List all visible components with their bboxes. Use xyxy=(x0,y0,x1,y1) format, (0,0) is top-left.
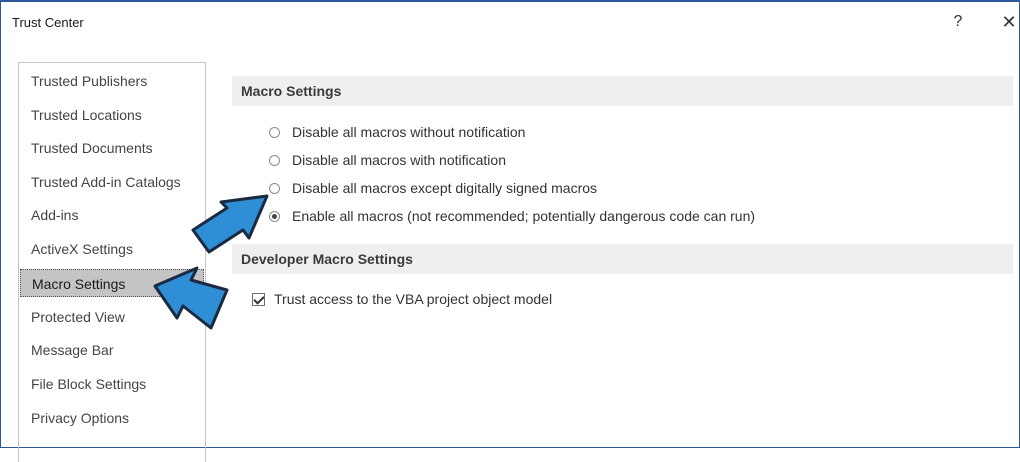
developer-macro-settings-heading: Developer Macro Settings xyxy=(232,244,1013,274)
trust-vba-checkbox[interactable] xyxy=(252,292,265,306)
nav-item-file-block-settings[interactable]: File Block Settings xyxy=(20,370,204,398)
title-bar: Trust Center ? ✕ xyxy=(1,2,1019,38)
option-enable-all-macros[interactable]: Enable all macros (not recommended; pote… xyxy=(269,206,755,226)
nav-item-trusted-documents[interactable]: Trusted Documents xyxy=(20,134,204,162)
radio-button[interactable] xyxy=(269,182,280,194)
option-label: Disable all macros without notification xyxy=(292,124,526,140)
trust-vba-label: Trust access to the VBA project object m… xyxy=(274,291,553,307)
option-label: Disable all macros except digitally sign… xyxy=(292,180,598,196)
radio-button[interactable] xyxy=(269,126,280,138)
option-label: Disable all macros with notification xyxy=(292,152,506,168)
nav-item-message-bar[interactable]: Message Bar xyxy=(20,336,204,364)
settings-panel: Macro Settings Disable all macros withou… xyxy=(232,62,1013,450)
macro-settings-heading: Macro Settings xyxy=(232,76,1013,106)
trust-vba-access-option[interactable]: Trust access to the VBA project object m… xyxy=(252,289,552,309)
help-button[interactable]: ? xyxy=(946,10,970,34)
trust-center-dialog: Trust Center ? ✕ Trusted Publishers Trus… xyxy=(0,0,1020,462)
nav-item-add-ins[interactable]: Add-ins xyxy=(20,201,204,229)
nav-item-trusted-add-in-catalogs[interactable]: Trusted Add-in Catalogs xyxy=(20,168,204,196)
option-label: Enable all macros (not recommended; pote… xyxy=(292,208,756,224)
arrow-pointing-to-enable-option xyxy=(191,194,269,254)
nav-item-trusted-publishers[interactable]: Trusted Publishers xyxy=(20,67,204,95)
nav-item-activex-settings[interactable]: ActiveX Settings xyxy=(20,235,204,263)
option-disable-with-notification[interactable]: Disable all macros with notification xyxy=(269,150,506,170)
dialog-title: Trust Center xyxy=(12,15,84,30)
close-button[interactable]: ✕ xyxy=(997,10,1020,34)
nav-item-trusted-locations[interactable]: Trusted Locations xyxy=(20,101,204,129)
arrow-pointing-to-macro-settings xyxy=(153,266,229,330)
category-nav: Trusted Publishers Trusted Locations Tru… xyxy=(18,62,206,462)
radio-button[interactable] xyxy=(269,154,280,166)
option-disable-without-notification[interactable]: Disable all macros without notification xyxy=(269,122,525,142)
nav-item-privacy-options[interactable]: Privacy Options xyxy=(20,404,204,432)
option-disable-except-signed[interactable]: Disable all macros except digitally sign… xyxy=(269,178,597,198)
